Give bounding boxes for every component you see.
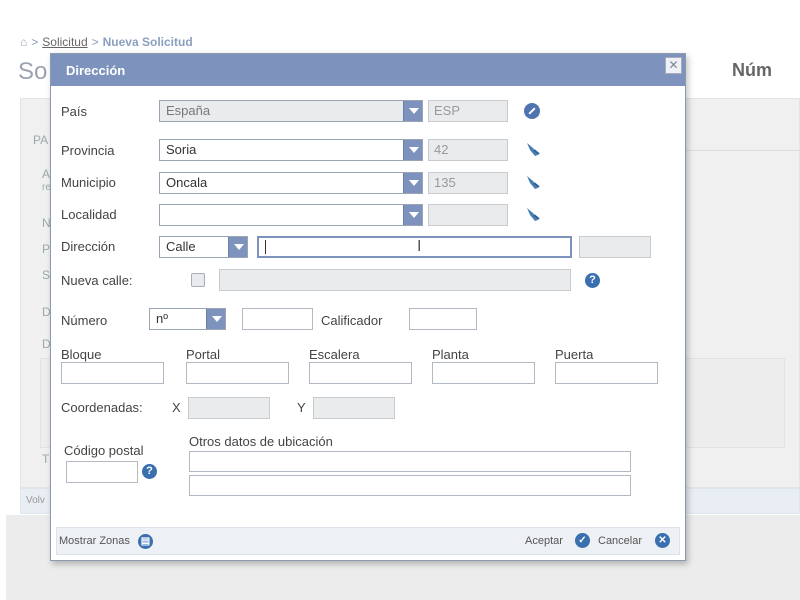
background-fragment: A: [42, 167, 51, 181]
nueva-calle-input: [219, 269, 571, 291]
bloque-input[interactable]: [61, 362, 164, 384]
provincia-select[interactable]: Soria: [159, 139, 423, 161]
home-icon[interactable]: ⌂: [20, 35, 27, 49]
divider: [686, 150, 800, 151]
background-fragment: PA: [33, 133, 49, 147]
municipio-code-field: 135: [428, 172, 508, 194]
portal-input[interactable]: [186, 362, 289, 384]
mostrar-zonas-link[interactable]: Mostrar Zonas: [59, 535, 130, 547]
bloque-label: Bloque: [61, 347, 102, 362]
provincia-code-field: 42: [428, 139, 508, 161]
nueva-calle-checkbox[interactable]: [191, 273, 205, 287]
numero-type-value: nº: [156, 311, 168, 326]
numero-label: Número: [61, 313, 108, 328]
breadcrumb: ⌂ > Solicitud > Nueva Solicitud: [20, 35, 193, 49]
pais-value: España: [166, 103, 211, 118]
chevron-down-icon[interactable]: [228, 237, 247, 257]
page-title-fragment: So: [18, 58, 48, 85]
document-icon[interactable]: ▤: [138, 534, 153, 549]
coord-x-input: [188, 397, 270, 419]
otros-datos-input-2[interactable]: [189, 475, 631, 496]
cancel-icon[interactable]: ✕: [655, 533, 670, 548]
direccion-dialog: Dirección ✕ País España ESP Provincia So…: [50, 53, 686, 561]
chevron-down-icon[interactable]: [206, 309, 225, 329]
calificador-input[interactable]: [409, 308, 477, 330]
dialog-title: Dirección: [66, 63, 126, 78]
background-fragment: T: [42, 452, 50, 466]
help-icon[interactable]: ?: [142, 464, 157, 479]
ibeam-cursor-icon: I: [417, 238, 422, 255]
provincia-label: Provincia: [61, 143, 115, 158]
broom-icon[interactable]: [525, 141, 541, 157]
coordenadas-label: Coordenadas:: [61, 400, 143, 415]
direccion-label: Dirección: [61, 239, 116, 254]
municipio-value: Oncala: [166, 175, 208, 190]
calificador-label: Calificador: [321, 313, 383, 328]
edit-pais-icon[interactable]: [524, 103, 540, 119]
breadcrumb-separator: >: [31, 35, 39, 49]
numero-type-select[interactable]: nº: [149, 308, 226, 330]
planta-label: Planta: [432, 347, 469, 362]
street-code-field: [579, 236, 651, 258]
chevron-down-icon[interactable]: [403, 205, 422, 225]
nueva-calle-label: Nueva calle:: [61, 273, 133, 288]
portal-label: Portal: [186, 347, 220, 362]
escalera-input[interactable]: [309, 362, 412, 384]
coord-x-label: X: [172, 400, 181, 415]
localidad-code-field: [428, 204, 508, 226]
background-fragment: S: [42, 268, 51, 282]
background-fragment: P: [42, 242, 51, 256]
provincia-value: Soria: [166, 142, 197, 157]
localidad-select[interactable]: [159, 204, 423, 226]
coord-y-input: [313, 397, 395, 419]
broom-icon[interactable]: [525, 174, 541, 190]
breadcrumb-current: Nueva Solicitud: [102, 35, 193, 49]
numero-input[interactable]: [242, 308, 313, 330]
text-cursor: [265, 240, 266, 254]
help-icon[interactable]: ?: [585, 273, 600, 288]
municipio-label: Municipio: [61, 175, 116, 190]
check-icon[interactable]: ✓: [575, 533, 590, 548]
codigo-postal-input[interactable]: [66, 461, 138, 483]
numero-heading-fragment: Núm: [732, 60, 772, 80]
escalera-label: Escalera: [309, 347, 360, 362]
close-icon[interactable]: ✕: [665, 57, 682, 74]
pais-code-field: ESP: [428, 100, 508, 122]
chevron-down-icon[interactable]: [403, 140, 422, 160]
municipio-select[interactable]: Oncala: [159, 172, 423, 194]
volver-link-fragment[interactable]: Volv: [26, 495, 45, 506]
street-input[interactable]: [257, 236, 572, 258]
dialog-header: Dirección ✕: [51, 54, 685, 86]
chevron-down-icon[interactable]: [403, 173, 422, 193]
aceptar-button[interactable]: Aceptar: [525, 535, 563, 547]
breadcrumb-link-solicitud[interactable]: Solicitud: [42, 35, 87, 49]
chevron-down-icon[interactable]: [403, 101, 422, 121]
puerta-label: Puerta: [555, 347, 594, 362]
breadcrumb-separator: >: [91, 35, 99, 49]
localidad-label: Localidad: [61, 207, 117, 222]
broom-icon[interactable]: [525, 206, 541, 222]
coord-y-label: Y: [297, 400, 306, 415]
cancelar-button[interactable]: Cancelar: [598, 535, 642, 547]
puerta-input[interactable]: [555, 362, 658, 384]
via-type-value: Calle: [166, 239, 196, 254]
codigo-postal-label: Código postal: [64, 443, 144, 458]
otros-datos-label: Otros datos de ubicación: [189, 434, 333, 449]
dialog-footer: Mostrar Zonas ▤ Aceptar ✓ Cancelar ✕: [56, 527, 680, 555]
planta-input[interactable]: [432, 362, 535, 384]
pais-select[interactable]: España: [159, 100, 423, 122]
via-type-select[interactable]: Calle: [159, 236, 248, 258]
otros-datos-input-1[interactable]: [189, 451, 631, 472]
pais-label: País: [61, 104, 88, 119]
